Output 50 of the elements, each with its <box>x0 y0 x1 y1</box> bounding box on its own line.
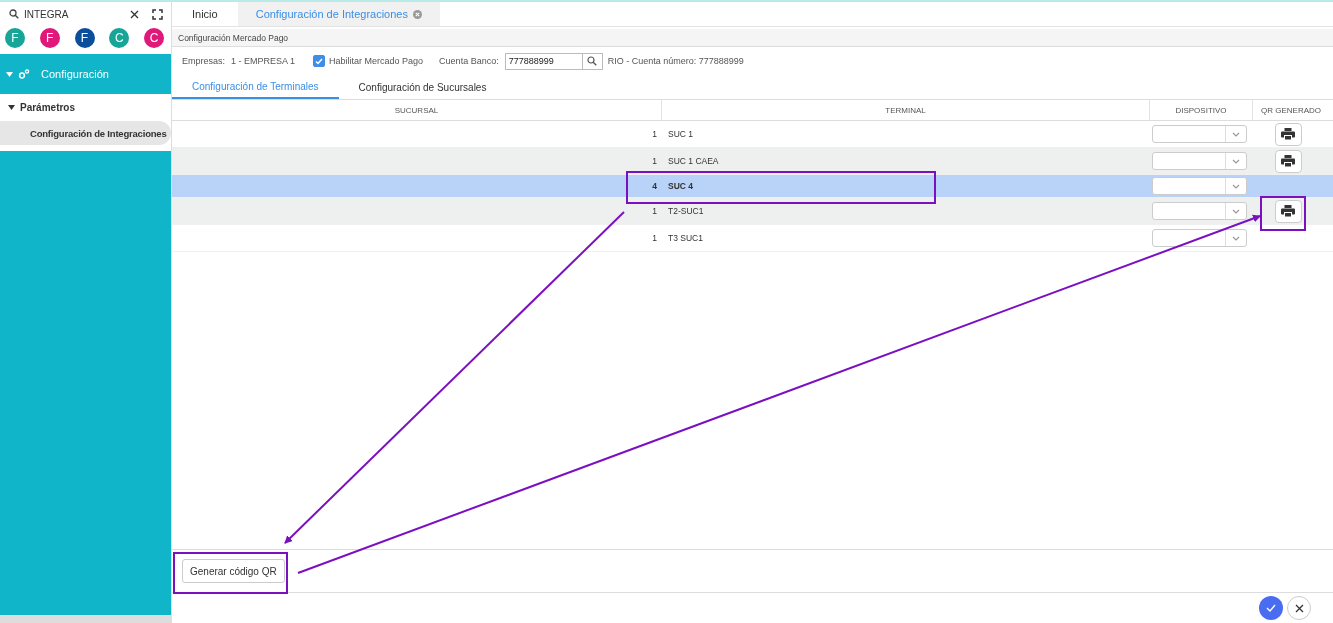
table-cell: T2-SUC1 <box>668 206 704 216</box>
table-cell: T3 SUC1 <box>668 233 703 243</box>
table-cell: SUC 1 <box>668 129 694 139</box>
menu-item[interactable]: Parámetros <box>0 94 171 121</box>
account-info: RIO - Cuenta número: 777888999 <box>607 56 744 66</box>
table-row[interactable]: 1 T2-SUC1 <box>172 198 1333 225</box>
avatar-badge[interactable]: F <box>74 28 95 48</box>
close-icon[interactable] <box>130 9 139 19</box>
table-cell: SUC 1 CAEA <box>668 156 719 166</box>
menu-item[interactable]: Configuración de Integraciones <box>0 121 171 145</box>
account-field[interactable]: 777888999 <box>504 52 603 70</box>
table-cell-text: 1 <box>651 156 657 166</box>
field-label: Cuenta Banco: <box>439 56 499 66</box>
table-row[interactable]: 1 T3 SUC1 <box>172 225 1333 252</box>
printer-icon <box>1281 205 1295 217</box>
printer-icon <box>1281 128 1295 140</box>
cancel-button[interactable] <box>1287 596 1311 620</box>
generate-qr-button[interactable]: Generar código QR <box>182 559 285 583</box>
gears-icon <box>18 69 30 79</box>
table-cell-text: 4 <box>651 181 657 191</box>
highlight-frame <box>1260 196 1306 231</box>
column-header: DISPOSITIVO <box>1150 100 1253 120</box>
printer-icon <box>1281 155 1295 167</box>
field-value: 1 - EMPRESA 1 <box>231 56 296 66</box>
avatar-badge[interactable]: F <box>39 28 60 48</box>
breadcrumb-title: Configuración Mercado Pago <box>178 32 289 43</box>
fullscreen-icon[interactable] <box>152 8 163 20</box>
tab[interactable]: Configuración de Sucursales <box>338 75 507 99</box>
avatar-badge[interactable]: C <box>144 28 164 48</box>
column-header: SUCURSAL <box>172 100 662 120</box>
column-header: TERMINAL <box>662 100 1150 120</box>
tab[interactable]: Configuración de Terminales <box>172 75 339 99</box>
checkmark-icon <box>315 57 324 65</box>
print-button[interactable] <box>1274 149 1302 173</box>
print-button[interactable] <box>1274 122 1302 146</box>
table-row[interactable]: 4 SUC 4 <box>172 175 1333 198</box>
table-cell: SUC 4 <box>668 181 694 191</box>
table-cell-text: 1 <box>651 206 657 216</box>
device-dropdown[interactable] <box>1151 229 1247 247</box>
enable-checkbox[interactable]: Habilitar Mercado Pago <box>313 55 424 67</box>
column-header: QR GENERADO <box>1260 104 1322 117</box>
print-button[interactable] <box>1274 199 1302 223</box>
table-cell-text: 1 <box>651 233 657 243</box>
table-cell-text: 1 <box>651 129 657 139</box>
confirm-button[interactable] <box>1259 596 1283 620</box>
close-icon <box>1294 603 1304 613</box>
field-label: Empresas: <box>182 56 225 66</box>
checkmark-icon <box>1266 604 1276 612</box>
table-row[interactable]: 1 SUC 1 CAEA <box>172 148 1333 175</box>
search-icon <box>9 9 19 19</box>
